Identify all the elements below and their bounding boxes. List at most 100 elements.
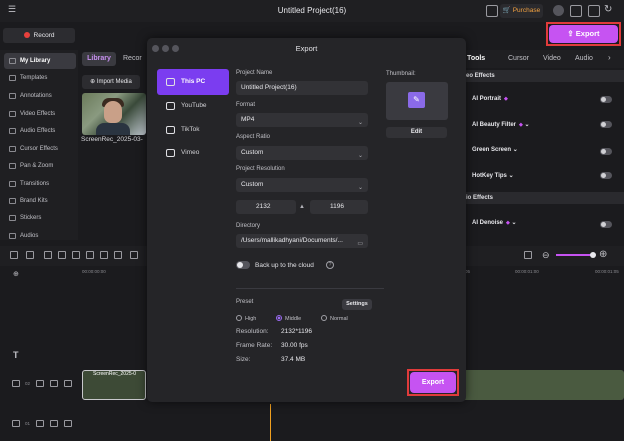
eye-icon[interactable]	[50, 380, 58, 387]
zoom-slider-knob[interactable]	[590, 252, 596, 258]
chevron-down-icon[interactable]: ⌄	[523, 122, 530, 128]
sidebar-item-label: Pan & Zoom	[20, 163, 54, 169]
undo-icon[interactable]	[10, 251, 18, 259]
sidebar-item-cursor-effects[interactable]: Cursor Effects	[4, 141, 76, 157]
eye-icon[interactable]	[50, 420, 58, 427]
export-button-top[interactable]: ⇪ Export	[549, 25, 618, 43]
aspect-lock-icon[interactable]: ▲	[299, 204, 305, 210]
sidebar-item-label: Video Effects	[20, 111, 56, 117]
project-icon[interactable]	[570, 5, 582, 17]
lock-icon[interactable]	[36, 380, 44, 387]
tab-record[interactable]: Recor	[123, 55, 142, 62]
radio-label: Middle	[285, 316, 302, 322]
hotkey-tips-toggle[interactable]	[600, 172, 612, 179]
add-track-icon[interactable]: ⊕	[13, 270, 19, 278]
delete-icon[interactable]	[72, 251, 80, 259]
destination-vimeo[interactable]: Vimeo	[157, 140, 229, 166]
crop-icon[interactable]	[44, 251, 52, 259]
preset-normal-radio[interactable]: Normal	[321, 315, 348, 322]
green-screen-toggle[interactable]	[600, 148, 612, 155]
split-icon[interactable]	[58, 251, 66, 259]
sidebar-item-pan-zoom[interactable]: Pan & Zoom	[4, 158, 76, 174]
aspect-ratio-value: Custom	[241, 149, 264, 156]
export-dialog-button[interactable]: Export	[410, 372, 456, 393]
text-track-icon: T	[13, 350, 19, 360]
zoom-out-icon[interactable]: ⊖	[542, 250, 550, 261]
format-select[interactable]: MP4 ⌄	[236, 113, 368, 127]
ai-portrait-toggle[interactable]	[600, 96, 612, 103]
help-icon[interactable]: ?	[326, 261, 334, 269]
directory-value: /Users/mallikadhyani/Documents/...	[241, 237, 343, 244]
resolution-value: Custom	[241, 181, 264, 188]
zoom-slider[interactable]	[556, 254, 594, 256]
edit-thumbnail-button[interactable]: Edit	[386, 127, 447, 138]
divider	[236, 288, 384, 289]
refresh-icon[interactable]: ↻	[604, 4, 612, 15]
info-key: Resolution:	[236, 328, 269, 335]
destination-youtube[interactable]: YouTube	[157, 93, 229, 119]
media-thumbnail[interactable]	[82, 93, 146, 135]
track-video-icon	[12, 380, 20, 387]
radio-selected-icon	[276, 315, 282, 321]
record-button[interactable]: Record	[3, 28, 75, 43]
resolution-select[interactable]: Custom ⌄	[236, 178, 368, 192]
settings-icon[interactable]	[588, 5, 600, 17]
text-tool-icon[interactable]	[114, 251, 122, 259]
comment-icon[interactable]	[130, 251, 138, 259]
tab-video[interactable]: Video	[543, 55, 561, 62]
fit-icon[interactable]	[524, 251, 532, 259]
folder-icon[interactable]: ▭	[357, 237, 363, 251]
width-input[interactable]: 2132	[236, 200, 296, 214]
aspect-ratio-select[interactable]: Custom ⌄	[236, 146, 368, 160]
sidebar-item-stickers[interactable]: Stickers	[4, 210, 76, 226]
sidebar-item-my-library[interactable]: My Library	[4, 53, 76, 69]
sidebar-item-annotations[interactable]: Annotations	[4, 88, 76, 104]
chevron-down-icon[interactable]: ⌄	[510, 220, 517, 226]
zoom-in-icon[interactable]: ⊕	[599, 249, 607, 260]
project-name-input[interactable]: Untitled Project(16)	[236, 81, 368, 95]
chevron-right-icon[interactable]: ›	[608, 53, 611, 62]
dialog-title: Export	[295, 44, 318, 53]
avatar[interactable]	[553, 5, 564, 16]
speaker-icon[interactable]	[64, 420, 72, 427]
height-input[interactable]: 1196	[310, 200, 368, 214]
tab-cursor[interactable]: Cursor	[508, 55, 529, 62]
mic-icon[interactable]	[86, 251, 94, 259]
cloud-backup-toggle[interactable]	[236, 261, 250, 269]
chevron-down-icon[interactable]: ⌄	[507, 173, 514, 179]
menu-icon[interactable]: ☰	[8, 4, 16, 15]
sidebar-item-audios[interactable]: Audios	[4, 228, 76, 244]
import-media-button[interactable]: ⊕ Import Media	[82, 75, 140, 89]
screen-icon[interactable]	[486, 5, 498, 17]
settings-button[interactable]: Settings	[342, 299, 372, 310]
freeze-icon[interactable]	[100, 251, 108, 259]
sidebar-item-brand-kits[interactable]: Brand Kits	[4, 193, 76, 209]
annotations-icon	[9, 93, 16, 99]
sidebar-item-label: Transitions	[20, 181, 50, 187]
tab-audio[interactable]: Audio	[575, 55, 593, 62]
preset-high-radio[interactable]: High	[236, 315, 256, 322]
timeline-clip-right[interactable]	[458, 370, 624, 400]
directory-input[interactable]: /Users/mallikadhyani/Documents/... ▭	[236, 234, 368, 248]
tab-library[interactable]: Library	[82, 52, 116, 66]
ai-beauty-toggle[interactable]	[600, 121, 612, 128]
green-screen-row: Green Screen ⌄	[472, 146, 518, 153]
speaker-icon[interactable]	[64, 380, 72, 387]
preset-middle-radio[interactable]: Middle	[276, 315, 301, 322]
tiktok-icon	[166, 126, 175, 134]
chevron-down-icon[interactable]: ⌄	[511, 147, 518, 153]
ruler-label: 00:00:00:00	[82, 269, 106, 274]
redo-icon[interactable]	[26, 251, 34, 259]
lock-icon[interactable]	[36, 420, 44, 427]
sidebar-item-audio-effects[interactable]: Audio Effects	[4, 123, 76, 139]
sidebar-item-templates[interactable]: Templates	[4, 70, 76, 86]
purchase-button[interactable]: 🛒 Purchase	[500, 4, 543, 18]
thumbnail-preview[interactable]: ✎	[386, 82, 448, 120]
info-value: 2132*1196	[281, 328, 312, 335]
ai-denoise-toggle[interactable]	[600, 221, 612, 228]
sidebar-item-video-effects[interactable]: Video Effects	[4, 106, 76, 122]
destination-this-pc[interactable]: This PC	[157, 69, 229, 95]
playhead[interactable]	[270, 404, 271, 441]
sidebar-item-label: Stickers	[20, 215, 42, 221]
sidebar-item-transitions[interactable]: Transitions	[4, 176, 76, 192]
